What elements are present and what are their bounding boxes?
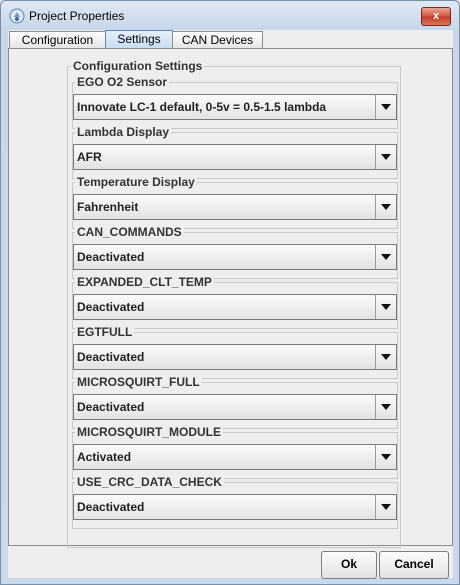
dropdown-button[interactable] bbox=[375, 245, 396, 269]
field-label: MICROSQUIRT_MODULE bbox=[75, 425, 223, 439]
select-value: Deactivated bbox=[77, 350, 145, 364]
lambda-display-select[interactable]: AFR bbox=[73, 144, 397, 170]
select-value: Deactivated bbox=[77, 500, 145, 514]
field-label: CAN_COMMANDS bbox=[75, 225, 184, 239]
dropdown-button[interactable] bbox=[375, 495, 396, 519]
dropdown-button[interactable] bbox=[375, 95, 396, 119]
field-label: MICROSQUIRT_FULL bbox=[75, 375, 202, 389]
dropdown-button[interactable] bbox=[375, 445, 396, 469]
microsquirt-module-select[interactable]: Activated bbox=[73, 444, 397, 470]
ok-button[interactable]: Ok bbox=[321, 551, 377, 579]
field-lambda-display: Lambda Display AFR bbox=[72, 125, 398, 179]
select-value: Fahrenheit bbox=[77, 200, 139, 214]
use-crc-data-check-select[interactable]: Deactivated bbox=[73, 494, 397, 520]
configuration-settings-group: Configuration Settings EGO O2 Sensor Inn… bbox=[67, 59, 401, 548]
group-title: Configuration Settings bbox=[71, 59, 205, 73]
field-label: EGTFULL bbox=[75, 325, 135, 339]
close-icon: x bbox=[432, 10, 440, 22]
chevron-down-icon bbox=[381, 304, 391, 310]
select-value: Deactivated bbox=[77, 300, 145, 314]
dropdown-button[interactable] bbox=[375, 195, 396, 219]
dialog-body: Configuration Settings CAN Devices Confi… bbox=[8, 30, 453, 579]
egtfull-select[interactable]: Deactivated bbox=[73, 344, 397, 370]
field-temperature-display: Temperature Display Fahrenheit bbox=[72, 175, 398, 229]
close-button[interactable]: x bbox=[421, 7, 451, 26]
field-expanded-clt-temp: EXPANDED_CLT_TEMP Deactivated bbox=[72, 275, 398, 329]
temperature-display-select[interactable]: Fahrenheit bbox=[73, 194, 397, 220]
chevron-down-icon bbox=[381, 204, 391, 210]
chevron-down-icon bbox=[381, 154, 391, 160]
field-egtfull: EGTFULL Deactivated bbox=[72, 325, 398, 379]
chevron-down-icon bbox=[381, 404, 391, 410]
dropdown-button[interactable] bbox=[375, 295, 396, 319]
dropdown-button[interactable] bbox=[375, 395, 396, 419]
settings-panel: Configuration Settings EGO O2 Sensor Inn… bbox=[8, 48, 453, 548]
field-label: Lambda Display bbox=[75, 125, 172, 139]
microsquirt-full-select[interactable]: Deactivated bbox=[73, 394, 397, 420]
field-label: Temperature Display bbox=[75, 175, 197, 189]
field-ego-o2-sensor: EGO O2 Sensor Innovate LC-1 default, 0-5… bbox=[72, 75, 398, 129]
tab-can-devices[interactable]: CAN Devices bbox=[172, 31, 263, 49]
chevron-down-icon bbox=[381, 504, 391, 510]
field-use-crc-data-check: USE_CRC_DATA_CHECK Deactivated bbox=[72, 475, 398, 529]
chevron-down-icon bbox=[381, 354, 391, 360]
field-label: EGO O2 Sensor bbox=[75, 75, 170, 89]
dropdown-button[interactable] bbox=[375, 345, 396, 369]
select-value: Activated bbox=[77, 450, 132, 464]
cancel-button[interactable]: Cancel bbox=[379, 551, 449, 579]
chevron-down-icon bbox=[381, 104, 391, 110]
field-microsquirt-module: MICROSQUIRT_MODULE Activated bbox=[72, 425, 398, 479]
title-bar[interactable]: Project Properties x bbox=[1, 1, 459, 29]
select-value: Innovate LC-1 default, 0-5v = 0.5-1.5 la… bbox=[77, 100, 327, 114]
ego-o2-sensor-select[interactable]: Innovate LC-1 default, 0-5v = 0.5-1.5 la… bbox=[73, 94, 397, 120]
project-icon bbox=[9, 8, 25, 24]
window-title: Project Properties bbox=[29, 9, 125, 23]
tab-settings[interactable]: Settings bbox=[105, 30, 173, 50]
chevron-down-icon bbox=[381, 254, 391, 260]
select-value: Deactivated bbox=[77, 250, 145, 264]
select-value: AFR bbox=[77, 150, 102, 164]
expanded-clt-temp-select[interactable]: Deactivated bbox=[73, 294, 397, 320]
tab-configuration[interactable]: Configuration bbox=[9, 31, 106, 49]
field-label: USE_CRC_DATA_CHECK bbox=[75, 475, 224, 489]
field-can-commands: CAN_COMMANDS Deactivated bbox=[72, 225, 398, 279]
chevron-down-icon bbox=[381, 454, 391, 460]
select-value: Deactivated bbox=[77, 400, 145, 414]
can-commands-select[interactable]: Deactivated bbox=[73, 244, 397, 270]
tab-strip: Configuration Settings CAN Devices bbox=[8, 30, 453, 50]
field-label: EXPANDED_CLT_TEMP bbox=[75, 275, 214, 289]
dropdown-button[interactable] bbox=[375, 145, 396, 169]
field-microsquirt-full: MICROSQUIRT_FULL Deactivated bbox=[72, 375, 398, 429]
project-properties-window: Project Properties x Configuration Setti… bbox=[0, 0, 460, 585]
